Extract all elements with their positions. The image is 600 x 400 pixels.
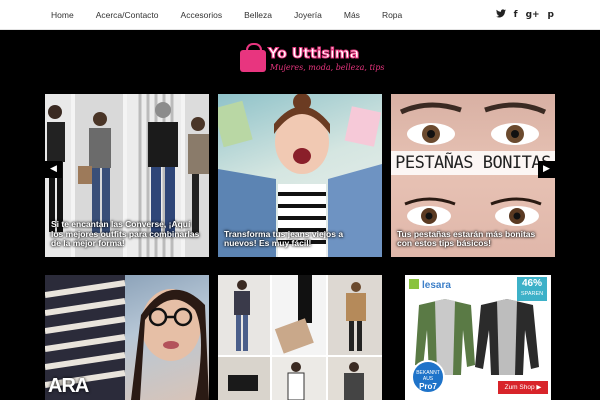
- nav-item-belleza[interactable]: Belleza: [233, 0, 283, 30]
- slide-caption: Transforma tus jeans viejos a nuevos! Es…: [224, 228, 344, 249]
- ad-shop-button[interactable]: Zum Shop ▶: [498, 381, 548, 394]
- nav-item-joyeria[interactable]: Joyería: [283, 0, 333, 30]
- slide-overlay-title: PESTAÑAS BONITAS: [391, 151, 555, 175]
- nav-item-ropa[interactable]: Ropa: [371, 0, 413, 30]
- ad-badge-top: BEKANNT AUS: [416, 370, 440, 382]
- facebook-icon[interactable]: f: [514, 10, 518, 20]
- slide-converse-outfits[interactable]: Si te encantan las Converse, ¡Aquí los m…: [45, 94, 209, 257]
- google-plus-icon[interactable]: g+: [526, 10, 540, 20]
- ad-badge-main: Pro7: [419, 382, 437, 391]
- social-links: f g+ p: [495, 0, 554, 30]
- logo-tagline: Mujeres, moda, belleza, tips: [270, 63, 385, 72]
- post-card-glasses[interactable]: ARA: [45, 275, 209, 400]
- slide-pestanas[interactable]: PESTAÑAS BONITAS Tus pestañas estarán má…: [391, 94, 555, 257]
- nav-item-mas[interactable]: Más: [333, 0, 371, 30]
- top-navigation-bar: Home Acerca/Contacto Accesorios Belleza …: [0, 0, 600, 30]
- card-image-outfit-grid: [218, 275, 382, 400]
- shopping-bag-icon: [240, 43, 266, 72]
- site-logo[interactable]: Yo Uttisima Mujeres, moda, belleza, tips: [240, 43, 384, 78]
- advertisement-lesara[interactable]: lesara 46% SPAREN BEKANNT AUS Pro7 Zum S…: [405, 275, 551, 400]
- twitter-icon[interactable]: [495, 9, 506, 21]
- pinterest-icon[interactable]: p: [548, 10, 554, 20]
- main-menu: Home Acerca/Contacto Accesorios Belleza …: [40, 0, 413, 30]
- slider-prev-button[interactable]: ◀: [45, 161, 62, 178]
- slider-next-button[interactable]: ▶: [538, 161, 555, 178]
- slide-caption: Tus pestañas estarán más bonitas con est…: [397, 228, 536, 249]
- ad-pro7-badge: BEKANNT AUS Pro7: [411, 360, 445, 394]
- nav-item-acerca-contacto[interactable]: Acerca/Contacto: [85, 0, 170, 30]
- card-overlay-text: ARA: [48, 375, 89, 397]
- nav-item-accesorios[interactable]: Accesorios: [170, 0, 234, 30]
- post-card-outfit-grid[interactable]: [218, 275, 382, 400]
- logo-title: Yo Uttisima: [267, 46, 360, 63]
- nav-item-home[interactable]: Home: [40, 0, 85, 30]
- slide-caption: Si te encantan las Converse, ¡Aquí los m…: [51, 219, 200, 249]
- slide-jeans[interactable]: Transforma tus jeans viejos a nuevos! Es…: [218, 94, 382, 257]
